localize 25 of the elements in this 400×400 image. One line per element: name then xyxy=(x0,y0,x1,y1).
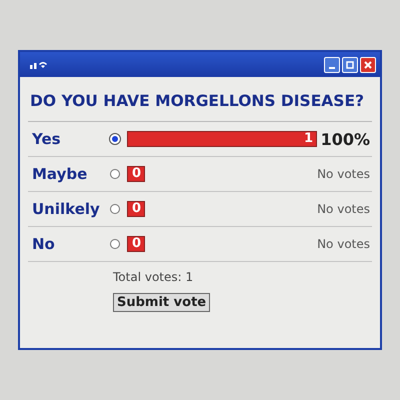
minimize-icon xyxy=(329,66,335,68)
maximize-button[interactable] xyxy=(342,56,358,72)
vote-percentage: No votes xyxy=(317,167,371,181)
total-votes: Total votes: 1 xyxy=(113,270,194,284)
radio-button[interactable] xyxy=(110,204,120,214)
submit-button[interactable]: Submit vote xyxy=(113,293,210,312)
option-label: Yes xyxy=(31,130,62,148)
vote-count: 0 xyxy=(127,236,145,252)
option-label: Unilkely xyxy=(31,200,101,218)
vote-percentage: No votes xyxy=(317,202,371,216)
option-label: No xyxy=(31,235,56,253)
vote-bar: 1 xyxy=(127,131,317,147)
vote-percentage: 100% xyxy=(320,130,371,148)
radio-button[interactable] xyxy=(110,169,120,179)
close-icon xyxy=(364,60,372,68)
maximize-icon xyxy=(346,60,354,68)
vote-count: 0 xyxy=(127,166,145,182)
vote-count: 0 xyxy=(127,201,145,217)
option-label: Maybe xyxy=(31,165,88,183)
minimize-button[interactable] xyxy=(324,56,340,72)
poll-question: DO YOU HAVE MORGELLONS DISEASE? xyxy=(30,91,364,111)
close-button[interactable] xyxy=(360,56,376,72)
vote-percentage: No votes xyxy=(317,237,371,251)
radio-button[interactable] xyxy=(110,239,120,249)
wifi-signal-icon xyxy=(30,60,48,70)
